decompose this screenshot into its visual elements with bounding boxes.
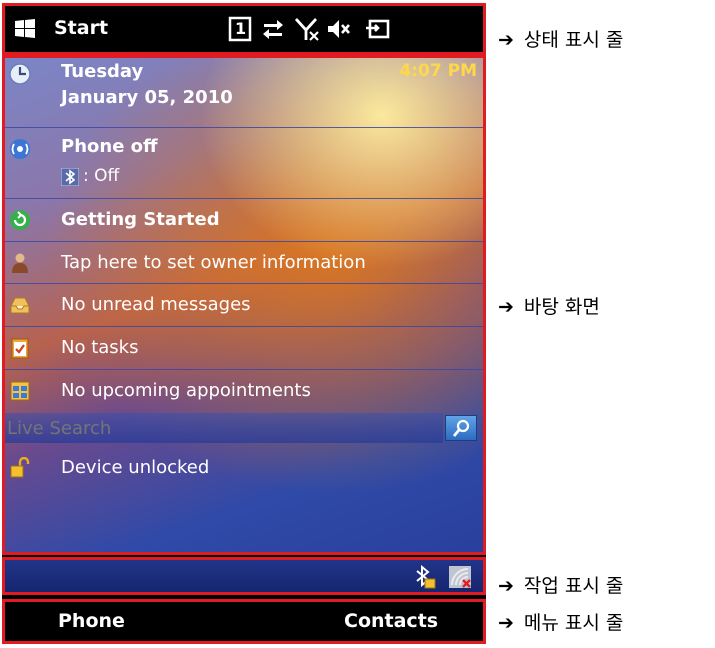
device-lock-item[interactable]: Device unlocked xyxy=(5,447,483,491)
appointments-label: No upcoming appointments xyxy=(61,380,311,401)
getting-started-item[interactable]: Getting Started xyxy=(5,199,483,242)
wifi-off-icon[interactable] xyxy=(448,565,472,589)
owner-info-item[interactable]: Tap here to set owner information xyxy=(5,242,483,284)
windows-logo-icon[interactable] xyxy=(14,18,36,40)
tasks-item[interactable]: No tasks xyxy=(5,327,483,370)
getting-started-icon xyxy=(10,210,30,230)
battery-power-icon[interactable] xyxy=(366,16,392,42)
arrow-right-icon: ➔ xyxy=(498,575,514,597)
getting-started-label: Getting Started xyxy=(61,209,220,230)
desktop-annotation-text: 바탕 화면 xyxy=(523,296,600,318)
time-label: 4:07 PM xyxy=(399,61,477,81)
today-screen: Tuesday January 05, 2010 4:07 PM Phone o… xyxy=(2,55,486,555)
clock-icon xyxy=(9,63,31,85)
live-search-input[interactable] xyxy=(5,413,443,443)
arrow-right-icon: ➔ xyxy=(498,612,514,634)
phone-status-item[interactable]: Phone off : Off xyxy=(5,128,483,199)
taskbar-annotation-text: 작업 표시 줄 xyxy=(523,575,624,597)
phone-status-label: Phone off xyxy=(61,136,158,157)
bluetooth-lock-icon[interactable] xyxy=(414,565,436,589)
inbox-icon xyxy=(10,297,30,314)
contacts-softkey[interactable]: Contacts xyxy=(344,610,438,632)
bluetooth-icon xyxy=(61,168,79,186)
appointments-item[interactable]: No upcoming appointments xyxy=(5,370,483,413)
menu-bar-annotation-text: 메뉴 표시 줄 xyxy=(523,612,624,634)
phone-signal-icon xyxy=(10,139,30,159)
device-lock-label: Device unlocked xyxy=(61,457,210,478)
day-label: Tuesday xyxy=(61,61,144,82)
unlocked-padlock-icon xyxy=(10,457,30,478)
date-label: January 05, 2010 xyxy=(61,87,233,108)
menu-bar-annotation: ➔ 메뉴 표시 줄 xyxy=(498,608,623,635)
status-bar: Start 1 xyxy=(2,3,486,55)
start-menu-label[interactable]: Start xyxy=(54,17,108,39)
owner-info-label: Tap here to set owner information xyxy=(61,252,366,273)
network-indicator-number: 1 xyxy=(235,19,247,38)
calendar-icon xyxy=(10,381,30,401)
tasks-label: No tasks xyxy=(61,337,139,358)
date-time-item[interactable]: Tuesday January 05, 2010 4:07 PM xyxy=(5,55,483,128)
tasks-clipboard-icon xyxy=(11,338,29,359)
network-indicator-icon: 1 xyxy=(228,16,254,42)
phone-softkey[interactable]: Phone xyxy=(58,610,125,632)
volume-mute-icon[interactable] xyxy=(326,16,352,42)
device-screen: Start 1 Tuesday January 05, 2010 4:07 PM… xyxy=(2,3,486,644)
status-bar-annotation: ➔ 상태 표시 줄 xyxy=(498,25,623,52)
owner-person-icon xyxy=(12,253,28,273)
messages-label: No unread messages xyxy=(61,294,251,315)
signal-off-icon[interactable] xyxy=(294,16,320,42)
messages-item[interactable]: No unread messages xyxy=(5,284,483,327)
data-connection-icon[interactable] xyxy=(260,16,286,42)
arrow-right-icon: ➔ xyxy=(498,296,514,318)
bluetooth-status-label: : Off xyxy=(83,166,120,186)
search-button[interactable] xyxy=(445,415,477,441)
menu-bar: Phone Contacts xyxy=(2,599,486,644)
taskbar-annotation: ➔ 작업 표시 줄 xyxy=(498,571,623,598)
search-icon xyxy=(452,419,470,437)
taskbar xyxy=(2,557,486,595)
status-bar-annotation-text: 상태 표시 줄 xyxy=(523,29,624,51)
live-search-bar xyxy=(5,413,483,443)
desktop-annotation: ➔ 바탕 화면 xyxy=(498,292,600,319)
arrow-right-icon: ➔ xyxy=(498,29,514,51)
